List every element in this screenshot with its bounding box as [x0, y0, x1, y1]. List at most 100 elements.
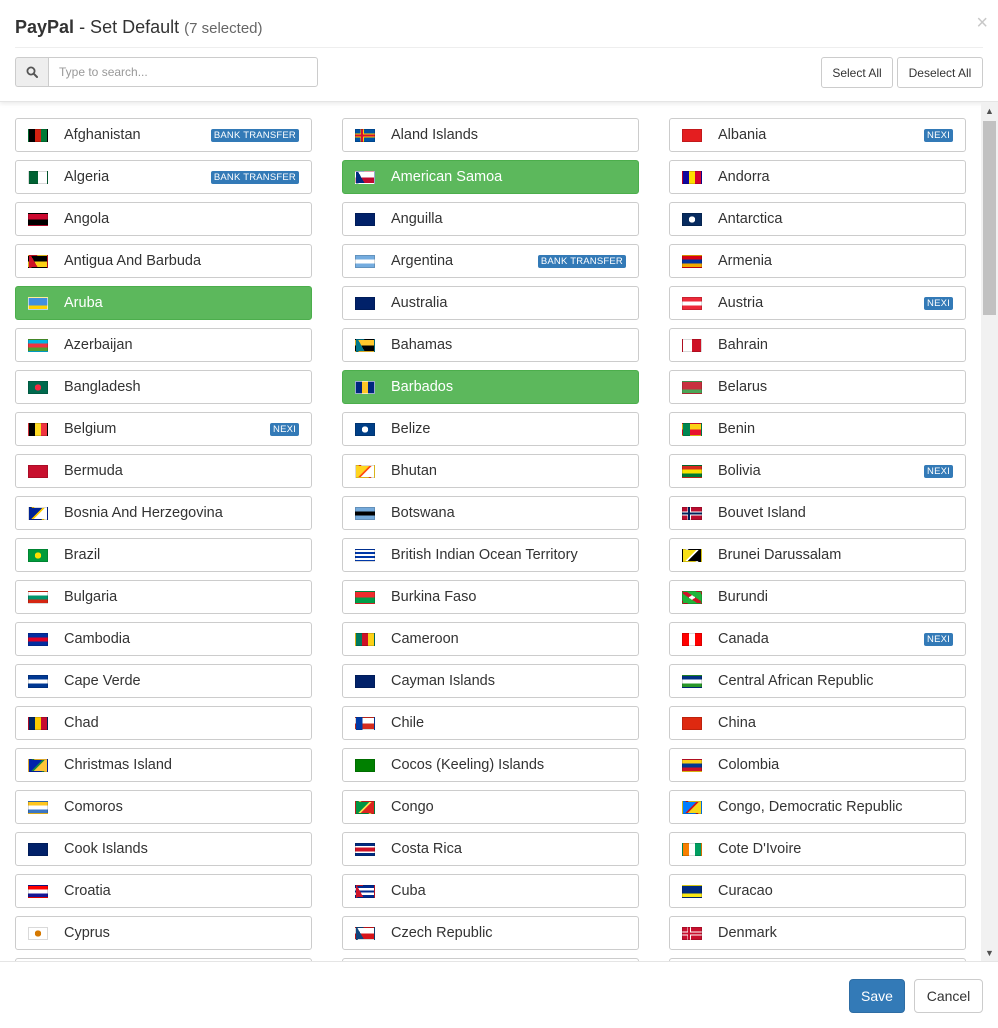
flag-icon	[355, 632, 375, 646]
country-item[interactable]: Angola	[15, 202, 312, 236]
country-item[interactable]: Cocos (Keeling) Islands	[342, 748, 639, 782]
flag-icon	[28, 422, 48, 436]
country-item[interactable]: Cameroon	[342, 622, 639, 656]
selected-count: (7 selected)	[184, 20, 263, 37]
country-item[interactable]: Afghanistan BANK TRANSFER	[15, 118, 312, 152]
country-item[interactable]: Albania NEXI	[669, 118, 966, 152]
country-item[interactable]: Burkina Faso	[342, 580, 639, 614]
country-item[interactable]: Denmark	[669, 916, 966, 950]
country-name: Angola	[64, 211, 110, 227]
scroll-thumb[interactable]	[983, 121, 996, 315]
country-name: Croatia	[64, 883, 111, 899]
country-item[interactable]: Bhutan	[342, 454, 639, 488]
country-item[interactable]: Burundi	[669, 580, 966, 614]
country-item[interactable]: Congo, Democratic Republic	[669, 790, 966, 824]
country-item[interactable]: Bouvet Island	[669, 496, 966, 530]
country-item[interactable]: Croatia	[15, 874, 312, 908]
scrollbar[interactable]: ▲ ▼	[981, 102, 998, 961]
country-name: American Samoa	[391, 169, 503, 185]
country-item[interactable]: Chad	[15, 706, 312, 740]
country-name: Aruba	[64, 295, 103, 311]
country-name: Czech Republic	[391, 925, 493, 941]
country-item[interactable]: Cote D'Ivoire	[669, 832, 966, 866]
country-item[interactable]: Barbados	[342, 370, 639, 404]
flag-icon	[355, 464, 375, 478]
country-name: Cambodia	[64, 631, 131, 647]
country-name: Aland Islands	[391, 127, 479, 143]
scroll-up-arrow-icon[interactable]: ▲	[981, 102, 998, 119]
country-item[interactable]: Colombia	[669, 748, 966, 782]
search-input[interactable]	[48, 57, 318, 87]
country-item[interactable]: Cape Verde	[15, 664, 312, 698]
country-item[interactable]: Aruba	[15, 286, 312, 320]
country-item[interactable]: Armenia	[669, 244, 966, 278]
header-divider	[15, 47, 983, 48]
country-item[interactable]: Bangladesh	[15, 370, 312, 404]
country-item[interactable]: Bolivia NEXI	[669, 454, 966, 488]
country-name: Belize	[391, 421, 431, 437]
country-item[interactable]: Canada NEXI	[669, 622, 966, 656]
country-item[interactable]: Bulgaria	[15, 580, 312, 614]
flag-icon	[355, 128, 375, 142]
country-item[interactable]: Andorra	[669, 160, 966, 194]
country-item[interactable]: Christmas Island	[15, 748, 312, 782]
country-item[interactable]: Anguilla	[342, 202, 639, 236]
country-item[interactable]: Cuba	[342, 874, 639, 908]
country-item[interactable]: American Samoa	[342, 160, 639, 194]
country-item[interactable]: Comoros	[15, 790, 312, 824]
country-item[interactable]: Antarctica	[669, 202, 966, 236]
country-item[interactable]: Botswana	[342, 496, 639, 530]
country-item[interactable]: Brazil	[15, 538, 312, 572]
country-item[interactable]: Bahrain	[669, 328, 966, 362]
country-item[interactable]: Australia	[342, 286, 639, 320]
country-item[interactable]: Argentina BANK TRANSFER	[342, 244, 639, 278]
flag-icon	[682, 590, 702, 604]
close-icon[interactable]: ×	[976, 13, 988, 33]
country-item[interactable]: Cook Islands	[15, 832, 312, 866]
country-item[interactable]: Congo	[342, 790, 639, 824]
country-item[interactable]: Bahamas	[342, 328, 639, 362]
country-item[interactable]: Belgium NEXI	[15, 412, 312, 446]
flag-icon	[28, 338, 48, 352]
country-item[interactable]: Antigua And Barbuda	[15, 244, 312, 278]
country-item[interactable]: Azerbaijan	[15, 328, 312, 362]
country-item[interactable]: Bosnia And Herzegovina	[15, 496, 312, 530]
save-button[interactable]: Save	[849, 979, 905, 1013]
flag-icon	[355, 422, 375, 436]
country-item[interactable]: Cambodia	[15, 622, 312, 656]
flag-icon	[682, 674, 702, 688]
country-item[interactable]: China	[669, 706, 966, 740]
country-item[interactable]: Belize	[342, 412, 639, 446]
country-name: Chile	[391, 715, 425, 731]
flag-icon	[355, 338, 375, 352]
country-item[interactable]: Algeria BANK TRANSFER	[15, 160, 312, 194]
country-item[interactable]: Cayman Islands	[342, 664, 639, 698]
country-item[interactable]: Bermuda	[15, 454, 312, 488]
country-item[interactable]: Benin	[669, 412, 966, 446]
country-item[interactable]: Aland Islands	[342, 118, 639, 152]
country-name: Christmas Island	[64, 757, 172, 773]
country-item[interactable]: Czech Republic	[342, 916, 639, 950]
select-all-button[interactable]: Select All	[821, 57, 893, 88]
country-item[interactable]: Cyprus	[15, 916, 312, 950]
country-item[interactable]: Costa Rica	[342, 832, 639, 866]
deselect-all-button[interactable]: Deselect All	[897, 57, 983, 88]
country-item[interactable]: Belarus	[669, 370, 966, 404]
modal-title: PayPal - Set Default (7 selected)	[15, 17, 263, 38]
country-item[interactable]: British Indian Ocean Territory	[342, 538, 639, 572]
country-item[interactable]: Curacao	[669, 874, 966, 908]
flag-icon	[28, 590, 48, 604]
country-item[interactable]: Brunei Darussalam	[669, 538, 966, 572]
flag-icon	[28, 296, 48, 310]
scroll-down-arrow-icon[interactable]: ▼	[981, 944, 998, 961]
country-item[interactable]: Central African Republic	[669, 664, 966, 698]
country-item[interactable]: Chile	[342, 706, 639, 740]
cancel-button[interactable]: Cancel	[914, 979, 983, 1013]
country-name: Bermuda	[64, 463, 123, 479]
flag-icon	[682, 548, 702, 562]
flag-icon	[355, 380, 375, 394]
flag-icon	[28, 758, 48, 772]
country-name: Algeria	[64, 169, 110, 185]
country-item[interactable]: Austria NEXI	[669, 286, 966, 320]
payment-method-badge: BANK TRANSFER	[537, 255, 626, 268]
